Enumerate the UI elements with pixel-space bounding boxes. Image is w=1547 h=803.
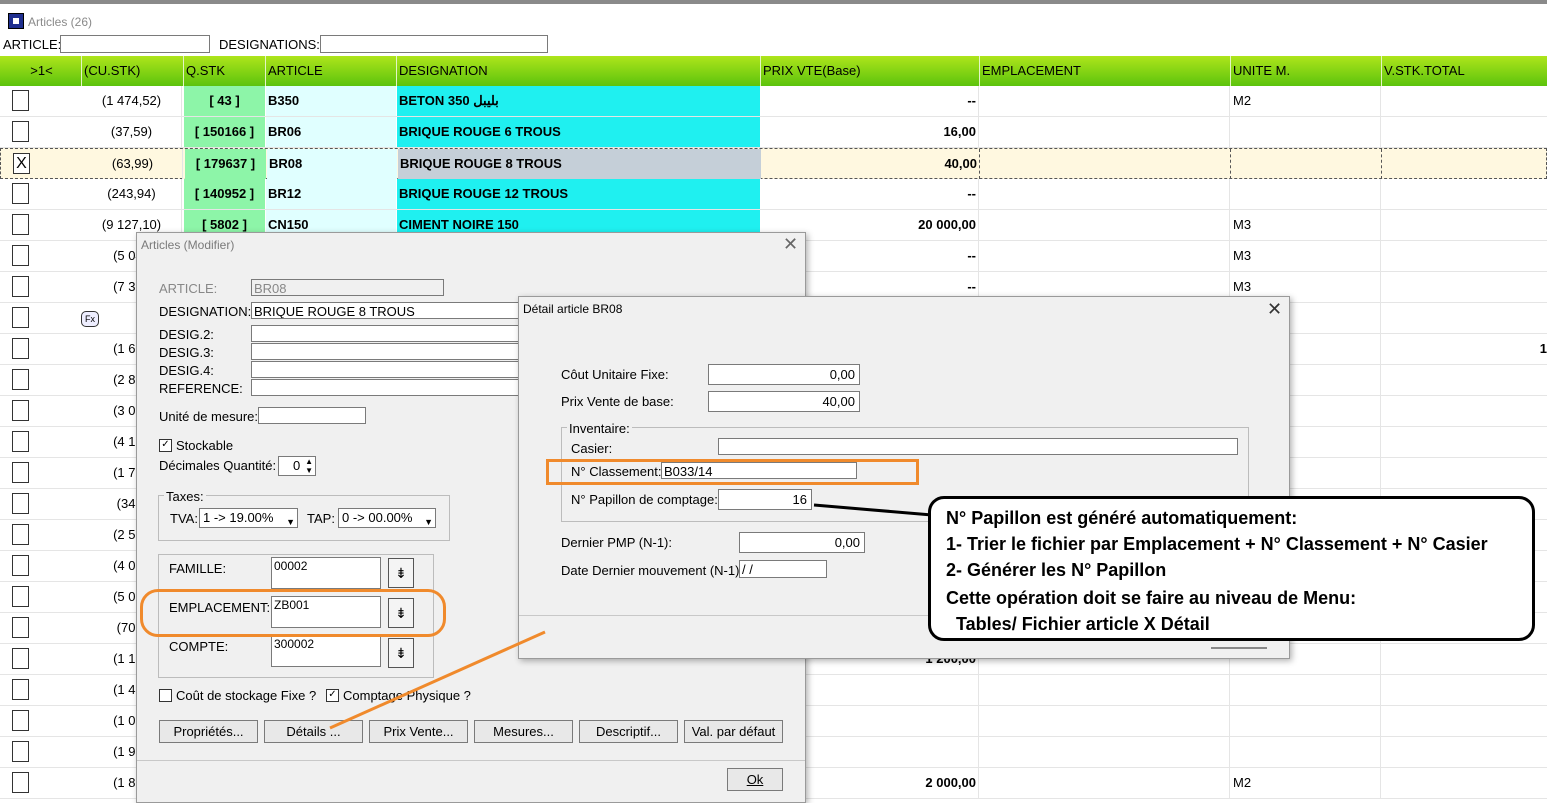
details-arrow-line [329, 630, 546, 730]
annotation-lines [329, 503, 933, 730]
annotation-callout: N° Papillon est généré automatiquement: … [928, 496, 1535, 641]
callout-line-3: 2- Générer les N° Papillon [946, 560, 1167, 580]
callout-line-5: Tables/ Fichier article X Détail [956, 614, 1210, 634]
callout-line-1: N° Papillon est généré automatiquement: [946, 508, 1298, 528]
callout-line-4: Cette opération doit se faire au niveau … [946, 588, 1357, 608]
papillon-pointer-line [813, 503, 933, 517]
callout-line-2: 1- Trier le fichier par Emplacement + N°… [946, 534, 1488, 554]
